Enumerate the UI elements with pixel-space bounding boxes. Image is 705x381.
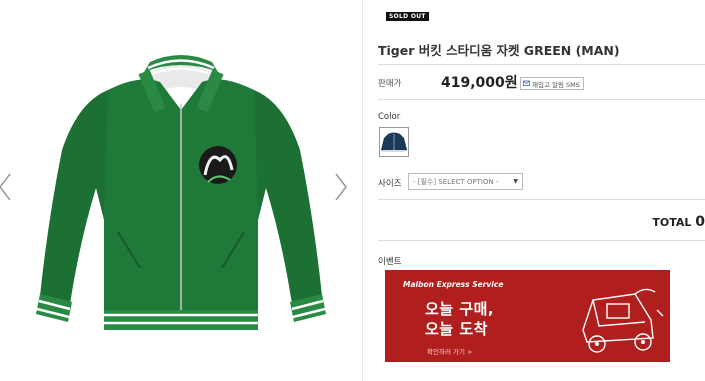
total-value: 0 bbox=[695, 214, 705, 230]
sms-icon bbox=[523, 80, 530, 86]
size-label: 사이즈 bbox=[378, 179, 402, 189]
product-image-gallery bbox=[0, 0, 363, 381]
color-swatch-thumbnail bbox=[381, 132, 407, 152]
product-image bbox=[36, 55, 326, 330]
product-title: Tiger 버킷 스타디움 자켓 GREEN (MAN) bbox=[378, 43, 620, 58]
size-select-value: - [필수] SELECT OPTION - bbox=[413, 177, 499, 186]
event-label: 이벤트 bbox=[378, 257, 402, 267]
color-swatch-green[interactable] bbox=[379, 127, 409, 157]
banner-service-name: Malbon Express Service bbox=[403, 280, 504, 289]
banner-headline-1: 오늘 구매, bbox=[425, 300, 495, 318]
price-label: 판매가 bbox=[378, 79, 402, 89]
express-service-banner[interactable]: Malbon Express Service 오늘 구매, 오늘 도착 확인하러… bbox=[385, 270, 670, 362]
product-price: 419,000원 bbox=[441, 75, 518, 91]
restock-sms-label: 재입고 알림 SMS bbox=[532, 80, 580, 89]
color-label: Color bbox=[378, 112, 401, 122]
restock-sms-button[interactable]: 재입고 알림 SMS bbox=[520, 77, 584, 90]
product-info-panel: SOLD OUT Tiger 버킷 스타디움 자켓 GREEN (MAN) 판매… bbox=[378, 0, 705, 381]
golf-cart-illustration bbox=[582, 288, 664, 353]
total-price: TOTAL 0 bbox=[652, 214, 705, 230]
divider bbox=[378, 240, 705, 241]
caret-down-icon: ▼ bbox=[513, 178, 518, 185]
divider bbox=[378, 99, 705, 100]
size-select[interactable]: - [필수] SELECT OPTION - ▼ bbox=[408, 173, 523, 190]
banner-headline-2: 오늘 도착 bbox=[425, 320, 488, 338]
divider bbox=[378, 199, 705, 200]
banner-cta-link[interactable]: 확인하러 가기 > bbox=[427, 346, 472, 356]
sold-out-badge: SOLD OUT bbox=[386, 12, 429, 21]
chevron-right-icon[interactable] bbox=[332, 172, 350, 202]
divider bbox=[378, 64, 705, 65]
total-label: TOTAL bbox=[652, 216, 692, 229]
